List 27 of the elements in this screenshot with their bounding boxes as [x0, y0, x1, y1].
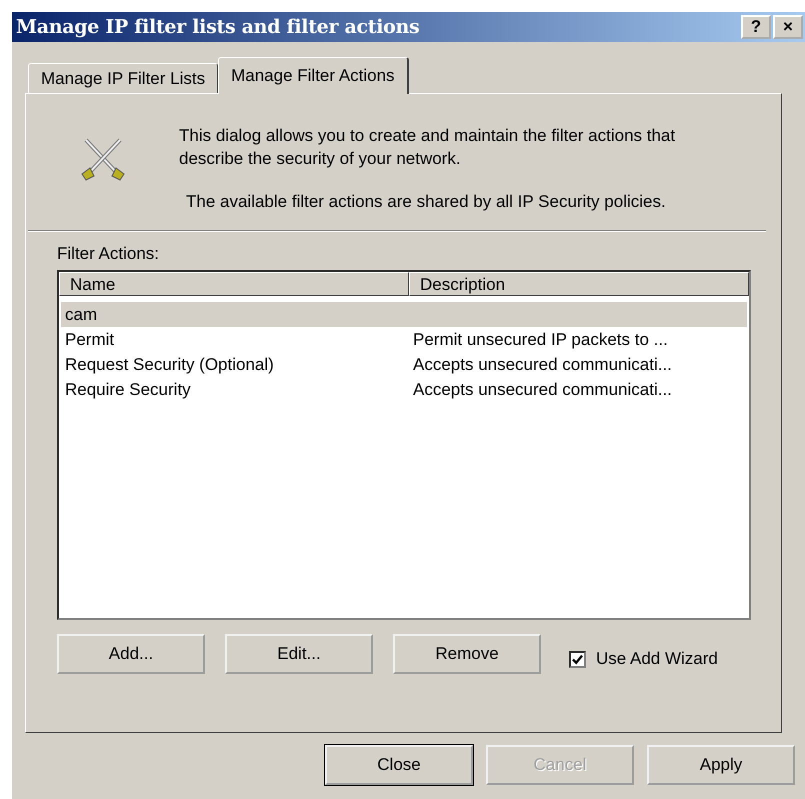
list-cell-text: Request Security (Optional): [64, 354, 275, 374]
tab[interactable]: Manage IP Filter Lists: [28, 63, 218, 93]
list-cell: Accepts unsecured communicati...: [413, 354, 672, 374]
list-cell: Accepts unsecured communicati...: [413, 380, 672, 400]
description-text: This dialog allows you to create and maintain the filter actions that describe the security of your network.: [179, 125, 676, 170]
list-cell-text: Permit: [64, 330, 116, 350]
window-title: Manage IP filter lists and filter actions: [16, 16, 420, 38]
description-text: The available filter actions are shared by all IP Security policies.: [186, 191, 667, 213]
column-header[interactable]: Description: [409, 272, 749, 296]
checkbox-label: Use Add Wizard: [596, 649, 718, 669]
list-cell-text: Require Security: [64, 380, 192, 400]
list-row[interactable]: Request Security (Optional) Accepts unsecured communicati...: [61, 352, 747, 377]
close-button[interactable]: ×: [773, 15, 803, 39]
list-label: Filter Actions:: [57, 244, 160, 264]
list-row[interactable]: Require Security Accepts unsecured communicati...: [61, 377, 747, 402]
list-row[interactable]: Permit Permit unsecured IP packets to ...: [61, 327, 747, 352]
tab[interactable]: Manage Filter Actions: [218, 57, 409, 94]
list-cell-text: cam: [64, 304, 98, 324]
help-button[interactable]: ?: [741, 15, 771, 39]
column-header[interactable]: Name: [59, 272, 409, 296]
list-row[interactable]: cam: [61, 302, 747, 327]
dialog-button[interactable]: Apply: [647, 745, 795, 785]
list-action-button[interactable]: Remove: [393, 634, 541, 674]
list-cell: Permit unsecured IP packets to ...: [413, 330, 668, 350]
dialog-button[interactable]: Close: [325, 745, 473, 785]
list-action-button[interactable]: Edit...: [225, 634, 373, 674]
list-action-button[interactable]: Add...: [57, 634, 205, 674]
